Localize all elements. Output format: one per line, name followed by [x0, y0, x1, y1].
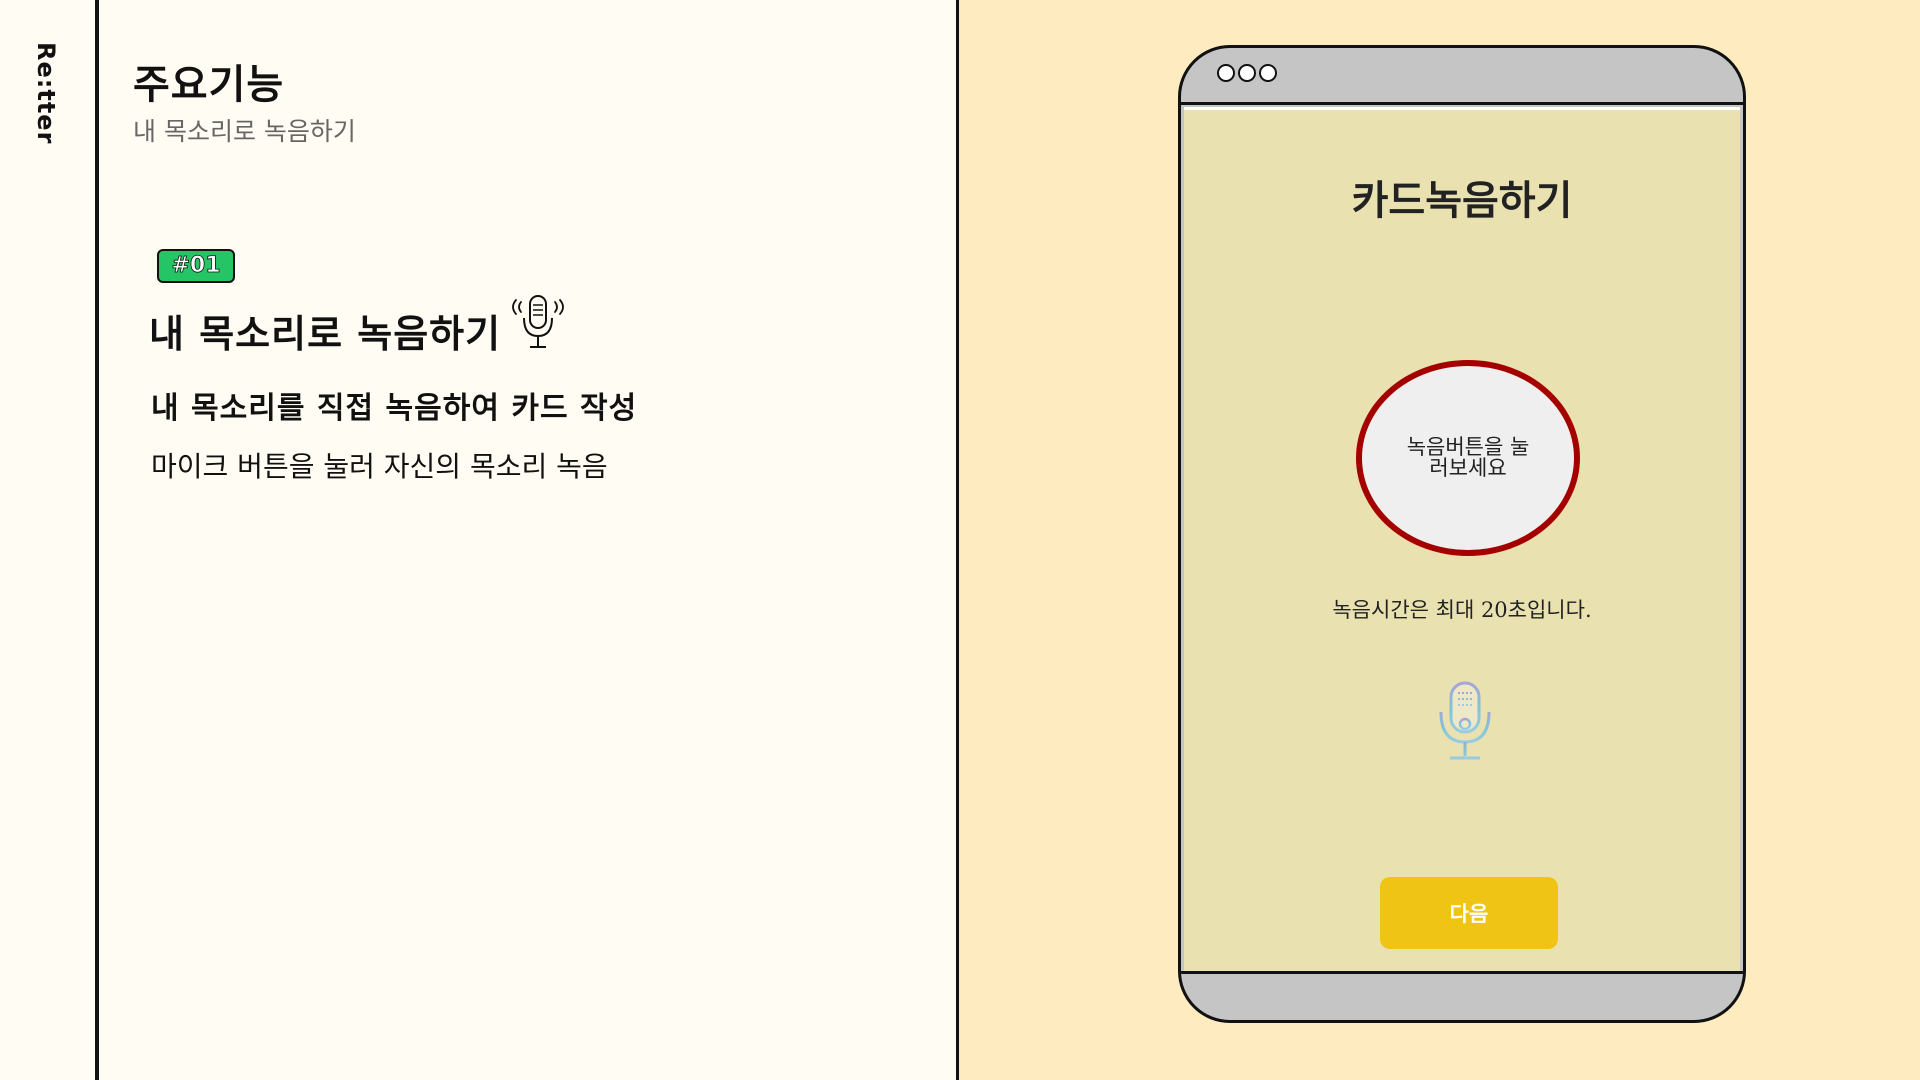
feature-subtext: 마이크 버튼을 눌러 자신의 목소리 녹음: [151, 450, 608, 483]
page-subtitle: 내 목소리로 녹음하기: [133, 117, 356, 146]
phone-mockup: 카드녹음하기 녹음버튼을 눌러보세요 녹음시간은 최대 20초입니다. 다음: [1178, 45, 1746, 1023]
brand-logo: Re:tter: [32, 42, 60, 145]
phone-dot: [1238, 64, 1256, 82]
phone-dot: [1259, 64, 1277, 82]
phone-screen: 카드녹음하기 녹음버튼을 눌러보세요 녹음시간은 최대 20초입니다. 다음: [1184, 107, 1740, 971]
feature-description: 내 목소리를 직접 녹음하여 카드 작성: [151, 391, 638, 426]
microphone-icon: [1439, 681, 1491, 760]
phone-dot: [1217, 64, 1235, 82]
phone-camera-dots: [1217, 64, 1277, 82]
next-button[interactable]: 다음: [1380, 877, 1558, 949]
page-title: 주요기능: [133, 62, 285, 108]
phone-bottom-divider: [1181, 971, 1743, 974]
phone-preview-panel: 카드녹음하기 녹음버튼을 눌러보세요 녹음시간은 최대 20초입니다. 다음: [959, 0, 1920, 1080]
record-button[interactable]: 녹음버튼을 눌러보세요: [1356, 360, 1580, 556]
screen-title: 카드녹음하기: [1351, 177, 1573, 224]
feature-title: 내 목소리로 녹음하기: [149, 312, 502, 356]
phone-top-divider: [1181, 102, 1743, 105]
microphone-outline-icon: [512, 295, 564, 348]
recording-time-limit: 녹음시간은 최대 20초입니다.: [1332, 598, 1592, 622]
record-button-label: 녹음버튼을 눌러보세요: [1406, 435, 1530, 480]
feature-panel: 주요기능 내 목소리로 녹음하기 #01 내 목소리로 녹음하기 내 목소리를 …: [99, 0, 957, 1080]
feature-number-badge: #01: [157, 249, 235, 283]
